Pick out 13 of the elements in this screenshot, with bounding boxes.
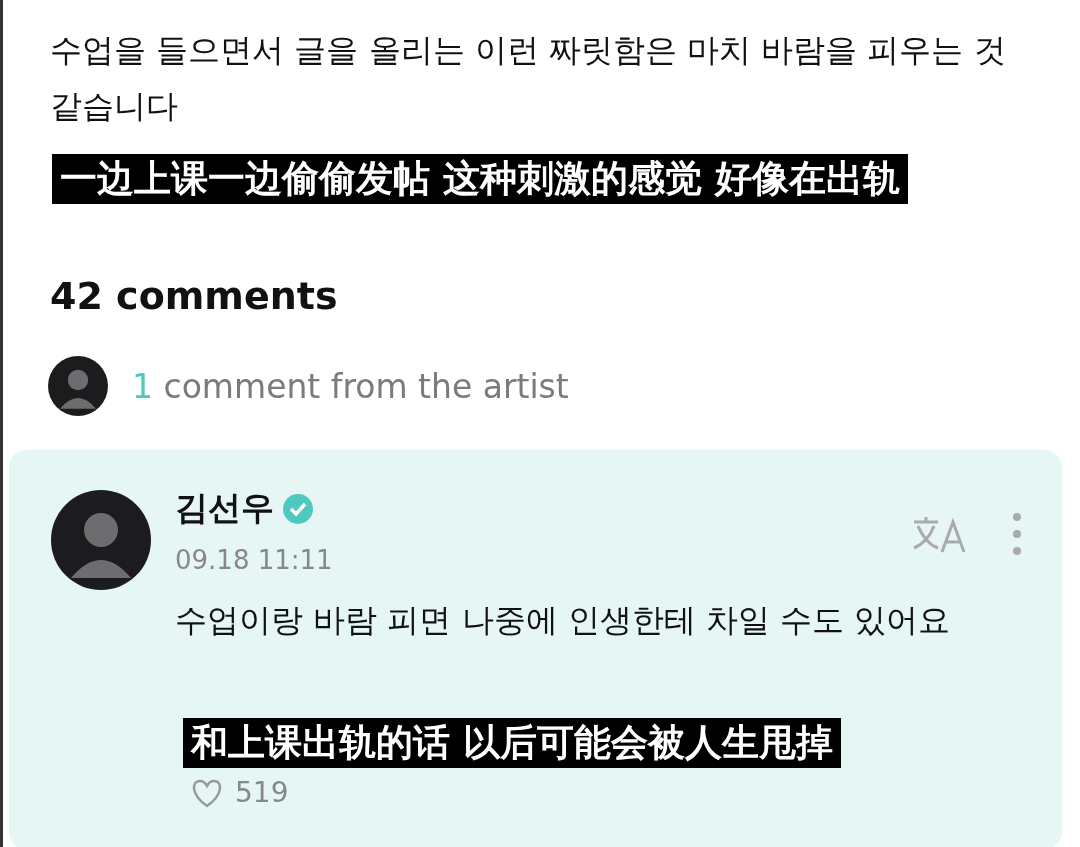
comment-text: 수업이랑 바람 피면 나중에 인생한테 차일 수도 있어요: [175, 600, 952, 641]
translate-icon[interactable]: [912, 514, 968, 554]
comments-count: 42 comments: [50, 274, 339, 318]
post-text: 수업을 들으면서 글을 올리는 이런 짜릿함은 마치 바람을 피우는 것 같습니다: [50, 30, 1007, 127]
avatar-icon: [48, 356, 108, 416]
subtitle: 一边上课一边偷偷发帖 这种刺激的感觉 好像在出轨: [52, 154, 908, 204]
like-count: 519: [235, 776, 289, 809]
avatar-icon: [51, 490, 151, 590]
more-icon[interactable]: [1012, 512, 1022, 556]
comment-time: 09.18 11:11: [175, 545, 334, 575]
artist-comments-link[interactable]: 1 comment from the artist: [132, 366, 569, 406]
subtitle: 和上课出轨的话 以后可能会被人生甩掉: [183, 718, 841, 768]
author-name[interactable]: 김선우: [175, 486, 274, 531]
